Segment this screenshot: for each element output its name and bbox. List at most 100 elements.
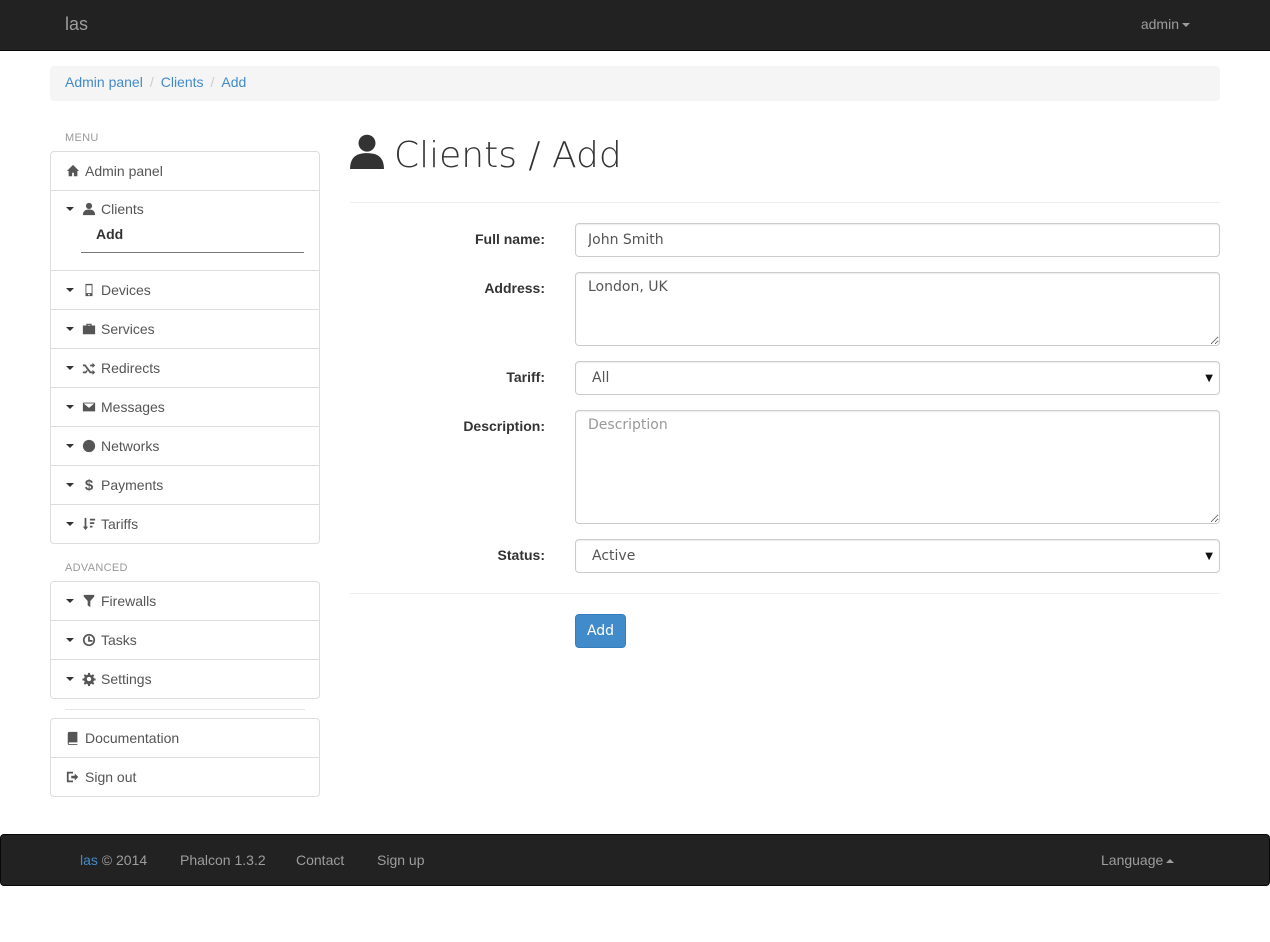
- menu-header: MENU: [65, 132, 99, 144]
- sidebar-item-label: Services: [101, 321, 155, 337]
- sidebar-item-tariffs[interactable]: Tariffs: [50, 504, 320, 544]
- tariff-select[interactable]: All ▼: [575, 361, 1220, 395]
- footer-brand-link[interactable]: las: [80, 852, 98, 868]
- sidebar-item-label: Sign out: [85, 769, 137, 785]
- sidebar-item-services[interactable]: Services: [50, 309, 320, 349]
- sidebar-item-label: Settings: [101, 671, 152, 687]
- book-icon: [66, 731, 80, 745]
- sidebar-item-label: Tasks: [101, 632, 137, 648]
- status-selected-value: Active: [592, 548, 636, 564]
- tariff-selected-value: All: [592, 370, 610, 386]
- footer-version-link[interactable]: Phalcon 1.3.2: [180, 852, 266, 868]
- sidebar-item-label: Payments: [101, 477, 164, 493]
- sidebar-item-label: Messages: [101, 399, 165, 415]
- breadcrumb: Admin panel / Clients / Add: [50, 66, 1220, 101]
- sidebar-menu: Admin panel Clients Add Devices Services…: [50, 151, 320, 544]
- sidebar-item-firewalls[interactable]: Firewalls: [50, 581, 320, 621]
- clock-icon: [82, 633, 96, 647]
- sidebar-item-sign-out[interactable]: Sign out: [50, 757, 320, 797]
- footer-copyright-text: © 2014: [101, 852, 148, 868]
- sidebar-item-label: Tariffs: [101, 516, 139, 532]
- sidebar-divider: [65, 709, 305, 710]
- sidebar-item-label: Admin panel: [85, 163, 163, 179]
- breadcrumb-add[interactable]: Add: [221, 74, 246, 90]
- sidebar-item-settings[interactable]: Settings: [50, 659, 320, 699]
- breadcrumb-separator: /: [149, 74, 154, 90]
- footer-signup-link[interactable]: Sign up: [377, 852, 424, 868]
- address-textarea[interactable]: London, UK: [575, 272, 1220, 346]
- caret-down-icon: [66, 366, 74, 370]
- top-navbar: las admin: [0, 0, 1270, 51]
- status-select[interactable]: Active ▼: [575, 539, 1220, 573]
- page-title-text: Clients / Add: [394, 135, 622, 176]
- caret-down-icon: [66, 599, 74, 603]
- sidebar-item-devices[interactable]: Devices: [50, 270, 320, 310]
- footer: las © 2014 Phalcon 1.3.2 Contact Sign up…: [0, 834, 1270, 886]
- description-textarea[interactable]: [575, 410, 1220, 524]
- footer-copyright: las © 2014: [80, 852, 147, 868]
- sort-icon: [82, 517, 96, 531]
- language-dropdown[interactable]: Language: [1101, 852, 1175, 868]
- footer-contact-link[interactable]: Contact: [296, 852, 344, 868]
- tariff-label: Tariff:: [506, 369, 545, 385]
- description-label: Description:: [463, 418, 545, 434]
- sidebar-item-redirects[interactable]: Redirects: [50, 348, 320, 388]
- address-label: Address:: [484, 280, 545, 296]
- caret-down-icon: [66, 207, 74, 211]
- gear-icon: [82, 672, 96, 686]
- user-icon: [82, 202, 96, 216]
- sidebar-item-label: Redirects: [101, 360, 161, 376]
- full-name-label: Full name:: [474, 231, 545, 247]
- phone-icon: [82, 283, 96, 297]
- sidebar-item-documentation[interactable]: Documentation: [50, 718, 320, 758]
- filter-icon: [82, 594, 96, 608]
- sidebar-bottom-menu: Documentation Sign out: [50, 718, 320, 797]
- sidebar-item-networks[interactable]: Networks: [50, 426, 320, 466]
- sidebar-item-label: Devices: [101, 282, 151, 298]
- sidebar-item-clients[interactable]: Clients Add: [50, 190, 320, 271]
- advanced-header: ADVANCED: [65, 562, 128, 574]
- globe-icon: [82, 439, 96, 453]
- brand-link[interactable]: las: [65, 14, 88, 35]
- user-menu-label: admin: [1140, 16, 1179, 32]
- add-button[interactable]: Add: [575, 614, 626, 648]
- envelope-icon: [82, 400, 96, 414]
- caret-up-icon: [1166, 859, 1175, 864]
- form-divider: [350, 593, 1220, 594]
- sidebar-item-admin-panel[interactable]: Admin panel: [50, 151, 320, 191]
- sidebar-item-label: Documentation: [85, 730, 180, 746]
- sidebar-advanced-menu: Firewalls Tasks Settings: [50, 581, 320, 699]
- breadcrumb-admin-panel[interactable]: Admin panel: [65, 74, 143, 90]
- briefcase-icon: [82, 322, 96, 336]
- caret-down-icon: [66, 327, 74, 331]
- sidebar-item-tasks[interactable]: Tasks: [50, 620, 320, 660]
- caret-down-icon: [66, 638, 74, 642]
- language-label: Language: [1101, 852, 1164, 868]
- caret-down-icon: [66, 677, 74, 681]
- home-icon: [66, 164, 80, 178]
- sidebar-item-payments[interactable]: $ Payments: [50, 465, 320, 505]
- select-arrow-icon: ▼: [1205, 373, 1213, 384]
- sidebar-item-label: Networks: [101, 438, 160, 454]
- breadcrumb-clients[interactable]: Clients: [161, 74, 204, 90]
- dollar-icon: $: [84, 476, 94, 494]
- page-title: Clients / Add: [350, 133, 622, 178]
- caret-down-icon: [66, 405, 74, 409]
- sidebar-subitem-add[interactable]: Add: [81, 226, 304, 253]
- caret-down-icon: [1182, 23, 1190, 28]
- caret-down-icon: [66, 483, 74, 487]
- caret-down-icon: [66, 288, 74, 292]
- random-icon: [82, 361, 96, 375]
- caret-down-icon: [66, 444, 74, 448]
- full-name-input[interactable]: [575, 223, 1220, 257]
- user-icon: [350, 133, 384, 178]
- sign-out-icon: [66, 770, 80, 784]
- caret-down-icon: [66, 522, 74, 526]
- sidebar-item-messages[interactable]: Messages: [50, 387, 320, 427]
- breadcrumb-separator: /: [210, 74, 215, 90]
- status-label: Status:: [497, 547, 545, 563]
- select-arrow-icon: ▼: [1205, 551, 1213, 562]
- user-menu-dropdown[interactable]: admin: [1141, 16, 1190, 32]
- sidebar-item-label: Firewalls: [101, 593, 157, 609]
- sidebar-item-label: Clients: [101, 201, 144, 217]
